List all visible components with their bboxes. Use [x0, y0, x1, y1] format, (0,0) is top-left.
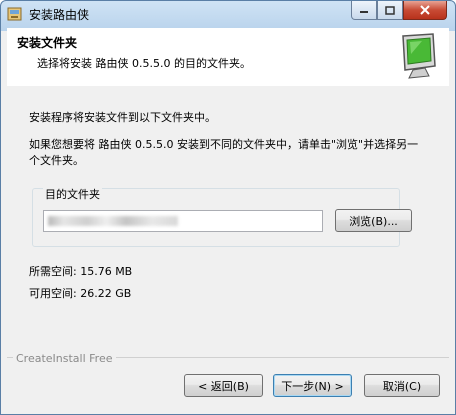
space-required: 所需空间: 15.76 MB — [29, 265, 133, 278]
intro-text: 安装程序将安装文件到以下文件夹中。 — [29, 111, 216, 124]
maximize-button[interactable] — [377, 1, 403, 20]
back-button[interactable]: < 返回(B) — [184, 374, 263, 397]
installer-window: 安装路由侠 安装文件夹 选择将安装 路由侠 0.5.5.0 的目的文件夹。 安装… — [0, 0, 456, 415]
content-panel: 安装程序将安装文件到以下文件夹中。 如果您想要将 路由侠 0.5.5.0 安装到… — [7, 86, 449, 410]
next-button[interactable]: 下一步(N) > — [273, 374, 352, 397]
instruction-text: 如果您想要将 路由侠 0.5.5.0 安装到不同的文件夹中，请单击"浏览"并选择… — [29, 138, 419, 167]
window-title: 安装路由侠 — [29, 8, 90, 22]
browse-button[interactable]: 浏览(B)... — [335, 209, 412, 232]
minimize-icon — [360, 11, 368, 13]
minimize-button[interactable] — [351, 1, 377, 20]
close-icon — [420, 5, 430, 15]
maximize-icon — [385, 5, 395, 15]
cancel-button[interactable]: 取消(C) — [364, 374, 440, 397]
header-banner: 安装文件夹 选择将安装 路由侠 0.5.5.0 的目的文件夹。 — [7, 28, 449, 87]
close-button[interactable] — [403, 1, 447, 20]
space-available: 可用空间: 26.22 GB — [29, 287, 132, 300]
destination-folder-group: 目的文件夹 浏览(B)... — [32, 186, 412, 247]
header-title: 安装文件夹 — [17, 36, 78, 50]
app-icon — [7, 6, 23, 22]
destination-folder-label: 目的文件夹 — [43, 186, 102, 202]
destination-path-input[interactable] — [43, 210, 323, 232]
brand-label: CreateInstall Free — [13, 352, 116, 365]
header-subtitle: 选择将安装 路由侠 0.5.5.0 的目的文件夹。 — [37, 57, 251, 70]
title-bar: 安装路由侠 — [1, 1, 455, 27]
blurred-path — [48, 216, 178, 226]
monitor-icon — [402, 33, 436, 79]
